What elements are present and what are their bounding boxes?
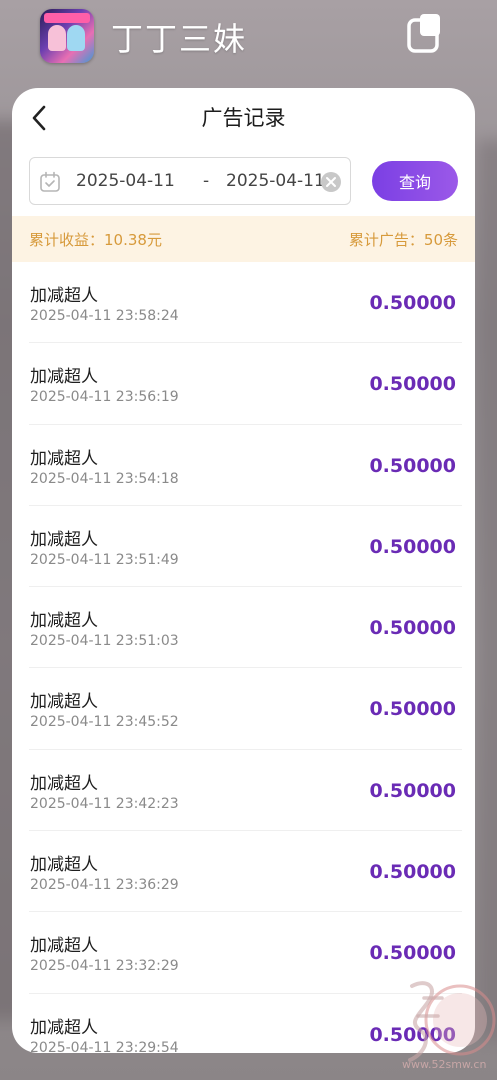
total-ads: 累计广告：50条 (349, 229, 458, 250)
record-name: 加减超人 (30, 448, 98, 469)
app-header: 丁丁三妹 (0, 0, 497, 80)
record-name: 加减超人 (30, 611, 98, 632)
list-item[interactable]: 加减超人 2025-04-11 23:58:24 0.50000 (12, 262, 475, 344)
app-title: 丁丁三妹 (111, 20, 248, 58)
record-name: 加减超人 (30, 529, 98, 550)
record-time: 2025-04-11 23:32:29 (30, 958, 179, 975)
record-time: 2025-04-11 23:45:52 (30, 714, 179, 731)
record-amount: 0.50000 (369, 861, 456, 884)
total-earnings: 累计收益：10.38元 (29, 229, 162, 250)
date-separator: - (203, 171, 210, 191)
record-amount: 0.50000 (369, 535, 456, 558)
record-amount: 0.50000 (369, 454, 456, 477)
total-earnings-value: 10.38元 (104, 231, 162, 249)
page-title: 广告记录 (201, 106, 286, 130)
record-amount: 0.50000 (369, 292, 456, 314)
record-name: 加减超人 (30, 286, 98, 306)
list-item[interactable]: 加减超人 2025-04-11 23:54:18 0.50000 (12, 425, 475, 507)
record-name: 加减超人 (30, 692, 98, 713)
total-ads-label: 累计广告： (348, 231, 424, 249)
clear-icon[interactable] (320, 171, 342, 193)
record-name: 加减超人 (30, 773, 98, 794)
record-time: 2025-04-11 23:56:19 (30, 389, 179, 406)
record-name: 加减超人 (30, 367, 98, 388)
calendar-icon (40, 171, 60, 192)
record-amount: 0.50000 (369, 942, 456, 965)
ad-records-panel: 广告记录 2025-04-11 - 2025-04-11 查询 累计收益：10.… (12, 88, 475, 1053)
total-ads-value: 50条 (423, 231, 458, 249)
record-time: 2025-04-11 23:29:54 (30, 1039, 179, 1053)
record-name: 加减超人 (30, 1017, 98, 1038)
record-amount: 0.50000 (369, 779, 456, 802)
record-name: 加减超人 (30, 855, 98, 876)
list-item[interactable]: 加减超人 2025-04-11 23:45:52 0.50000 (12, 668, 475, 751)
summary-bar: 累计收益：10.38元 累计广告：50条 (12, 216, 475, 262)
end-date-input[interactable]: 2025-04-11 (226, 171, 325, 191)
record-time: 2025-04-11 23:54:18 (30, 470, 179, 487)
list-item[interactable]: 加减超人 2025-04-11 23:42:23 0.50000 (12, 750, 475, 832)
start-date-input[interactable]: 2025-04-11 (76, 171, 175, 191)
records-list: 加减超人 2025-04-11 23:58:24 0.50000 加减超人 20… (12, 262, 475, 1053)
app-switch-icon[interactable] (406, 12, 444, 54)
record-amount: 0.50000 (369, 373, 456, 396)
list-item[interactable]: 加减超人 2025-04-11 23:51:03 0.50000 (12, 587, 475, 669)
list-item[interactable]: 加减超人 2025-04-11 23:36:29 0.50000 (12, 831, 475, 913)
nav-bar: 广告记录 (12, 88, 475, 146)
watermark-url: www.52smw.cn (402, 1058, 487, 1071)
record-amount: 0.50000 (369, 617, 456, 640)
record-amount: 0.50000 (369, 698, 456, 721)
date-filter-row: 2025-04-11 - 2025-04-11 查询 (12, 146, 475, 216)
record-time: 2025-04-11 23:42:23 (30, 795, 179, 812)
record-name: 加减超人 (30, 936, 98, 957)
list-item[interactable]: 加减超人 2025-04-11 23:56:19 0.50000 (12, 343, 475, 425)
total-earnings-label: 累计收益： (29, 231, 105, 249)
query-button[interactable]: 查询 (372, 161, 458, 201)
record-time: 2025-04-11 23:58:24 (30, 308, 179, 324)
list-item[interactable]: 加减超人 2025-04-11 23:51:49 0.50000 (12, 506, 475, 588)
record-time: 2025-04-11 23:51:49 (30, 551, 179, 568)
app-logo-icon (40, 9, 94, 63)
record-time: 2025-04-11 23:36:29 (30, 877, 179, 894)
record-time: 2025-04-11 23:51:03 (30, 633, 179, 650)
date-range-picker[interactable]: 2025-04-11 - 2025-04-11 (29, 157, 351, 205)
